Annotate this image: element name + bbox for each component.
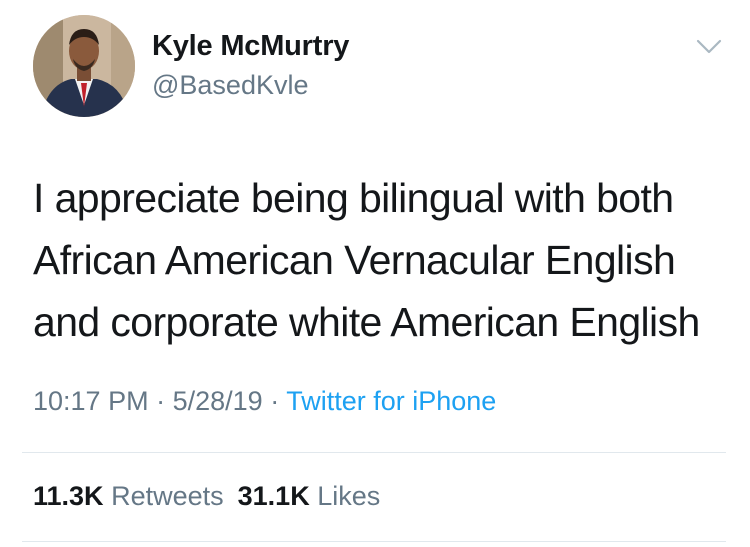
tweet-meta: 10:17 PM · 5/28/19 · Twitter for iPhone xyxy=(33,386,496,417)
divider xyxy=(22,452,726,453)
avatar[interactable] xyxy=(33,15,135,117)
retweets-stat[interactable]: 11.3K Retweets xyxy=(33,481,224,511)
engagement-stats: 11.3K Retweets 31.1K Likes xyxy=(33,481,380,512)
avatar-image xyxy=(33,15,135,117)
likes-label: Likes xyxy=(317,481,381,511)
display-name[interactable]: Kyle McMurtry xyxy=(152,30,349,63)
chevron-down-icon[interactable] xyxy=(696,38,722,56)
retweets-count: 11.3K xyxy=(33,481,104,511)
tweet-time[interactable]: 10:17 PM xyxy=(33,386,149,416)
tweet-date[interactable]: 5/28/19 xyxy=(173,386,263,416)
retweets-label: Retweets xyxy=(111,481,224,511)
divider xyxy=(22,541,726,542)
tweet-source-link[interactable]: Twitter for iPhone xyxy=(286,386,496,416)
likes-count: 31.1K xyxy=(237,481,310,511)
tweet-text-line: African American Vernacular English xyxy=(33,237,676,283)
tweet-text-line: and corporate white American English xyxy=(33,299,700,345)
meta-separator: · xyxy=(270,386,280,416)
tweet-text-line: I appreciate being bilingual with both xyxy=(33,175,674,221)
user-handle[interactable]: @BasedKvle xyxy=(152,70,309,101)
meta-separator: · xyxy=(156,386,166,416)
tweet-text: I appreciate being bilingual with both A… xyxy=(33,167,733,353)
likes-stat[interactable]: 31.1K Likes xyxy=(238,481,381,511)
tweet-card: Kyle McMurtry @BasedKvle I appreciate be… xyxy=(0,0,750,547)
